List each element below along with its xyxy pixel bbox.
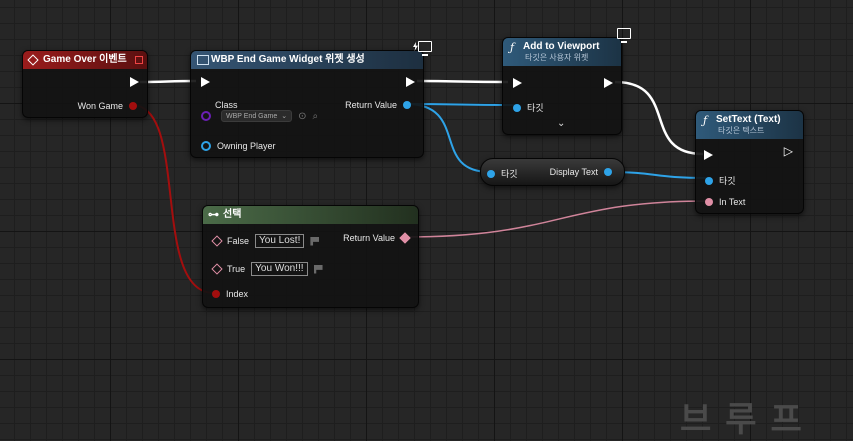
select-title: 선택 — [223, 209, 242, 220]
settext-subtitle: 타깃은 텍스트 — [718, 126, 765, 135]
select-icon: ⊶ — [208, 209, 219, 221]
exec-wire-2 — [416, 79, 509, 84]
won-game-pin[interactable]: Won Game — [78, 101, 137, 111]
text-wire-intext — [404, 200, 709, 238]
exec-in-icon — [201, 77, 210, 87]
display-text-pin[interactable]: Display Text — [550, 167, 612, 177]
create-widget-node[interactable]: WBP End Game Widget 위젯 생성 Class WBP End … — [190, 41, 432, 158]
game-over-event-node[interactable]: Game Over 이벤트 Won Game — [22, 50, 148, 118]
class-pin-icon — [201, 111, 211, 121]
select-node[interactable]: ⊶ 선택 False You Lost! True You Won!!! Ind… — [202, 205, 419, 308]
exec-in-icon — [513, 78, 522, 88]
create-widget-exec-out-pin[interactable] — [406, 77, 415, 87]
get-display-text-node[interactable]: 타깃 Display Text — [480, 158, 625, 186]
viewport-target-label: 타깃 — [527, 103, 544, 113]
create-widget-exec-in-pin[interactable] — [201, 77, 210, 87]
function-icon: ƒ — [703, 114, 708, 127]
monitor-icon — [418, 41, 432, 56]
class-select-value: WBP End Game — [226, 112, 278, 120]
settext-target-label: 타깃 — [719, 176, 736, 186]
viewport-exec-in-pin[interactable] — [513, 78, 522, 88]
event-exec-out-pin[interactable] — [130, 77, 139, 87]
exec-out-icon — [604, 78, 613, 88]
viewport-target-pin[interactable]: 타깃 — [513, 101, 544, 114]
search-icon[interactable]: ⌕ — [313, 111, 319, 122]
text-pin-icon — [399, 232, 411, 244]
object-pin-icon — [403, 101, 411, 109]
owning-player-pin[interactable]: Owning Player — [201, 141, 276, 151]
object-pin-icon — [513, 103, 521, 112]
object-pin-icon — [487, 169, 495, 178]
add-viewport-subtitle: 타깃은 사용자 위젯 — [525, 53, 589, 62]
class-select[interactable]: WBP End Game ⌄ — [221, 110, 293, 122]
watermark-text: 브루프 — [680, 401, 816, 439]
false-label: False — [227, 236, 250, 246]
delegate-pin-icon[interactable] — [135, 56, 143, 64]
class-pin[interactable]: WBP End Game ⌄ ⊙ ⌕ — [201, 110, 318, 122]
event-diamond-icon — [27, 54, 39, 66]
text-pin-icon — [705, 198, 713, 206]
true-pin[interactable]: True You Won!!! — [211, 262, 323, 276]
class-pin-label: Class — [215, 100, 238, 110]
settext-target-pin[interactable]: 타깃 — [705, 174, 736, 187]
exec-wire-3 — [614, 80, 704, 156]
display-text-label: Display Text — [549, 167, 598, 177]
bool-pin-icon — [212, 290, 220, 298]
exec-out-outline-icon: ▷ — [783, 144, 793, 158]
in-text-pin[interactable]: In Text — [705, 197, 745, 207]
settext-title: SetText (Text) — [716, 114, 781, 125]
event-node-title: Game Over 이벤트 — [43, 54, 127, 65]
function-icon: ƒ — [510, 41, 515, 54]
text-pin-icon — [211, 263, 223, 275]
text-pin-icon — [211, 235, 223, 247]
owning-player-label: Owning Player — [217, 141, 276, 151]
exec-out-icon — [130, 77, 139, 87]
true-value-input[interactable]: You Won!!! — [251, 262, 308, 276]
widget-icon — [197, 55, 209, 65]
exec-in-icon — [704, 150, 713, 160]
chevron-down-icon[interactable]: ⌄ — [557, 118, 565, 129]
pin-icon[interactable] — [313, 264, 323, 274]
settext-header[interactable]: ƒ SetText (Text) 타깃은 텍스트 — [696, 111, 803, 139]
create-widget-title: WBP End Game Widget 위젯 생성 — [211, 54, 365, 65]
object-pin-icon — [201, 141, 211, 151]
create-widget-return-pin[interactable]: Return Value — [345, 100, 411, 110]
add-viewport-header[interactable]: ƒ Add to Viewport 타깃은 사용자 위젯 — [503, 38, 621, 66]
object-pin-icon — [705, 176, 713, 185]
in-text-label: In Text — [719, 197, 746, 207]
false-value-input[interactable]: You Lost! — [255, 234, 305, 248]
true-label: True — [227, 264, 246, 274]
settext-exec-in-pin[interactable] — [704, 150, 713, 160]
gettext-target-pin[interactable]: 타깃 — [487, 167, 518, 180]
create-widget-header[interactable]: WBP End Game Widget 위젯 생성 — [191, 51, 423, 69]
won-game-label: Won Game — [77, 101, 123, 111]
exec-out-icon — [406, 77, 415, 87]
index-label: Index — [226, 289, 249, 299]
return-value-label: Return Value — [345, 100, 397, 110]
index-pin[interactable]: Index — [212, 289, 248, 299]
add-viewport-title: Add to Viewport — [523, 41, 600, 52]
browse-icon[interactable]: ⊙ — [298, 111, 306, 122]
settext-node[interactable]: ƒ SetText (Text) 타깃은 텍스트 ▷ 타깃 In Text — [695, 110, 804, 214]
event-node-header[interactable]: Game Over 이벤트 — [23, 51, 147, 69]
object-pin-icon — [604, 168, 612, 176]
exec-wire-1 — [139, 79, 197, 84]
bool-pin-icon — [129, 102, 137, 110]
select-header[interactable]: ⊶ 선택 — [203, 206, 418, 224]
monitor-icon — [617, 28, 631, 43]
pin-icon[interactable] — [310, 236, 320, 246]
chevron-down-icon: ⌄ — [281, 113, 288, 120]
gettext-target-label: 타깃 — [501, 169, 518, 179]
settext-exec-out-pin[interactable]: ▷ — [784, 144, 793, 160]
viewport-exec-out-pin[interactable] — [604, 78, 613, 88]
add-to-viewport-node[interactable]: ƒ Add to Viewport 타깃은 사용자 위젯 타깃 ⌄ — [502, 28, 631, 135]
select-return-label: Return Value — [343, 233, 395, 243]
select-return-pin[interactable]: Return Value — [343, 232, 411, 244]
false-pin[interactable]: False You Lost! — [211, 234, 320, 248]
